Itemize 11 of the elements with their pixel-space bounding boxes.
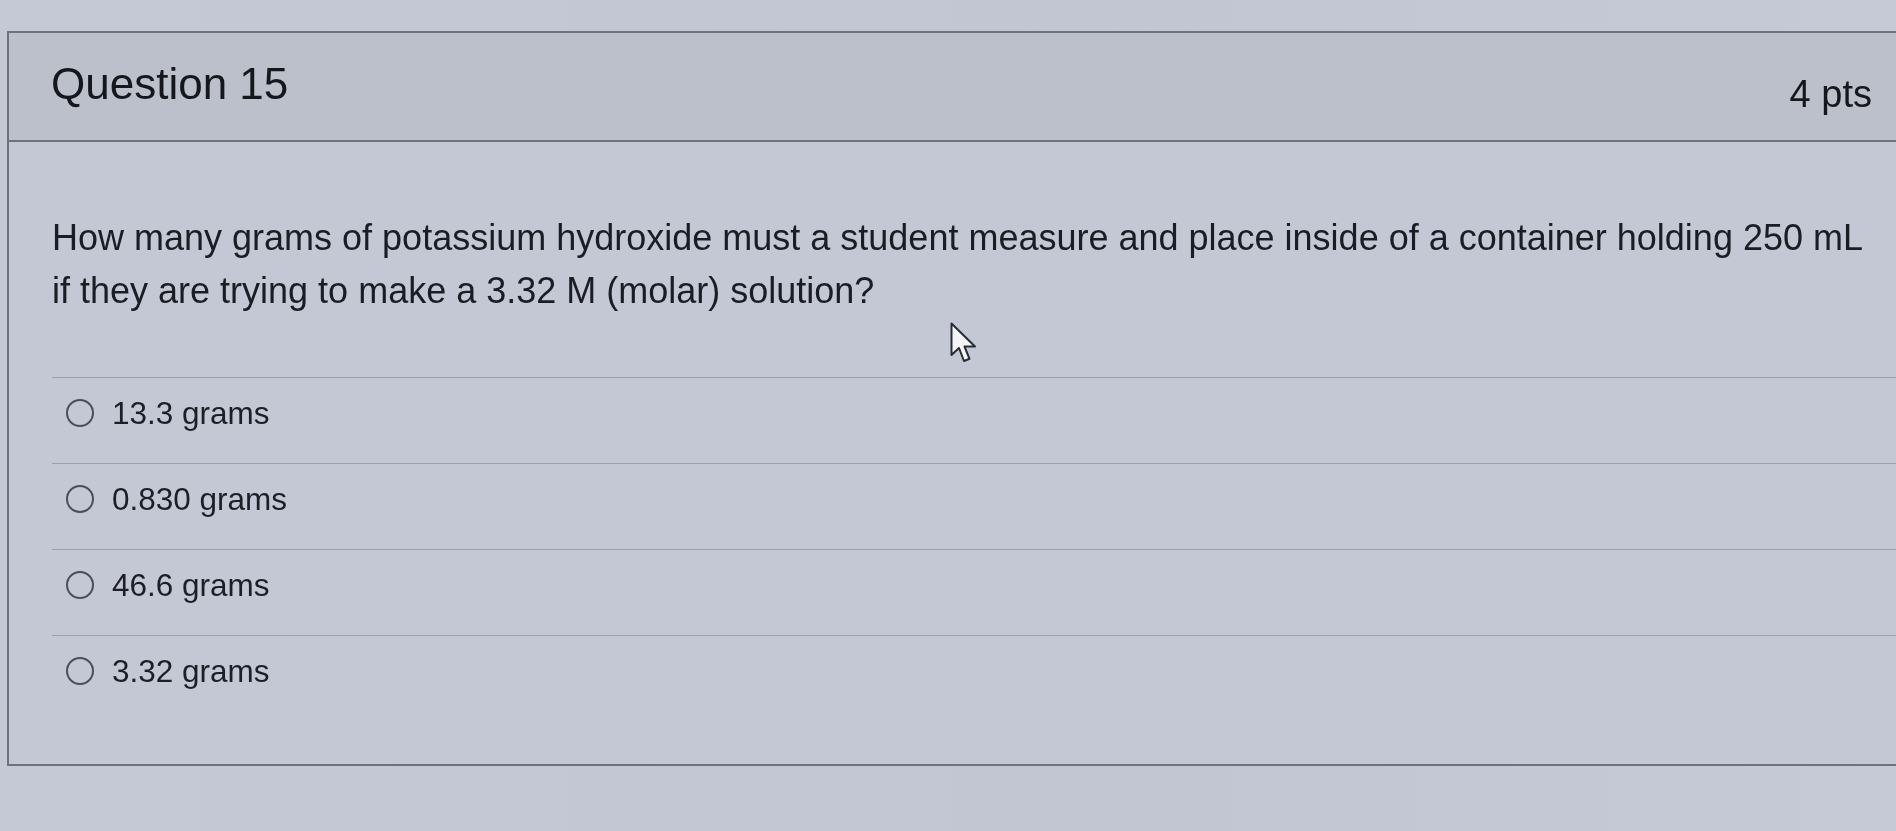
radio-button[interactable] [66, 399, 94, 427]
radio-button[interactable] [66, 485, 94, 513]
answer-option[interactable]: 0.830 grams [112, 481, 288, 517]
question-title: Question 15 [51, 59, 289, 109]
question-text: How many grams of potassium hydroxide must a student measure and place inside of a container holding 250 mL if they are trying to make a 3.32 M (molar) solution? [52, 216, 1863, 313]
radio-button[interactable] [66, 657, 94, 685]
answer-option[interactable]: 13.3 grams [112, 395, 270, 431]
answer-option[interactable]: 46.6 grams [112, 567, 270, 603]
points-label: 4 pts [1789, 72, 1872, 116]
answer-option[interactable]: 3.32 grams [112, 653, 270, 689]
radio-button[interactable] [66, 571, 94, 599]
